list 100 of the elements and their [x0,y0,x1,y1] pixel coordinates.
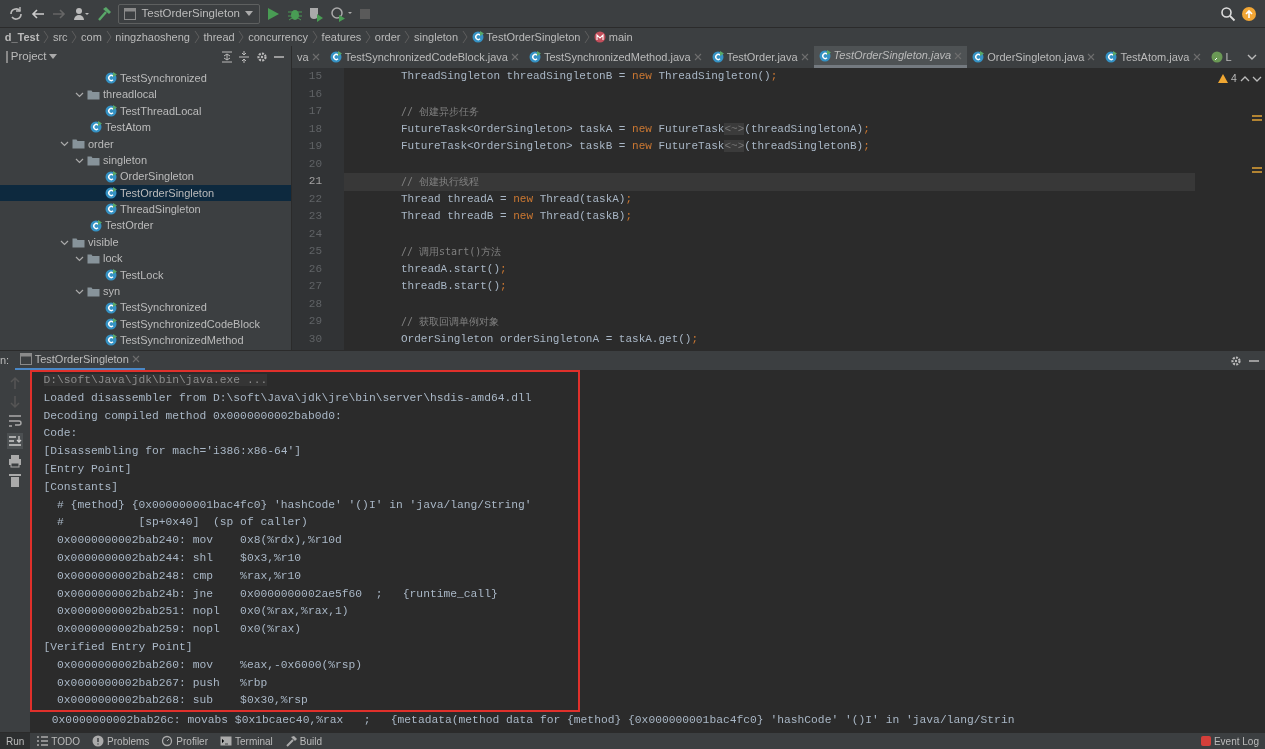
chevron-up-icon[interactable] [1239,74,1250,83]
tool-window-tab[interactable]: Terminal [214,733,279,749]
caret-icon [49,54,58,60]
console-line: # [sp+0x40] (sp of caller) [56,516,308,529]
editor-tab[interactable]: TestOrder.java [706,46,814,68]
close-icon[interactable] [800,53,809,61]
console-command[interactable]: D:\soft\Java\jdk\bin\java.exe ... [43,374,268,386]
close-icon[interactable] [1087,53,1096,61]
editor-tab[interactable]: TestOrderSingleton.java [813,46,968,68]
tree-item[interactable]: ThreadSingleton [0,201,291,218]
breadcrumb-item[interactable]: singleton [411,28,461,46]
breadcrumb-item[interactable]: com [78,28,105,46]
collapse-all-icon[interactable] [238,51,250,63]
code-line: threadA.start(); [401,262,507,275]
tree-item[interactable]: TestSynchronizedMethod [0,332,291,349]
tool-window-tab[interactable]: Run [0,733,31,749]
breadcrumb-item[interactable]: ningzhaosheng [112,28,193,46]
close-icon[interactable] [311,53,320,61]
project-view-dropdown[interactable]: Project [6,48,58,66]
search-icon[interactable] [1219,5,1236,22]
console-line: 0x0000000002bab251: nopl 0x0(%rax,%rax,1) [56,605,349,618]
class-icon [329,51,342,63]
class-icon [90,219,102,232]
expand-all-icon[interactable] [220,51,233,63]
warning-count[interactable]: 4 [1230,70,1237,87]
method-icon [594,31,606,43]
code-comment: // 调用start()方法 [401,246,502,258]
breadcrumb-item[interactable]: TestOrderSingleton [468,28,584,46]
console-line: [Entry Point] [43,463,132,475]
settings-icon[interactable] [255,51,268,63]
settings-icon[interactable] [1230,354,1242,367]
breadcrumb-separator-icon [70,30,79,44]
window-icon [19,353,32,365]
close-icon[interactable] [693,53,702,61]
close-icon[interactable] [1192,53,1201,61]
breadcrumb-item[interactable]: d_Test [2,28,43,46]
sync-icon[interactable] [8,5,24,22]
editor-tab[interactable]: TestSynchronizedMethod.java [523,46,707,68]
code-line: ThreadSingleton threadSingletonB = new ThreadSingleton(); [401,70,778,82]
breadcrumb-item[interactable]: main [591,28,636,46]
chevron-down-icon[interactable] [1252,74,1263,83]
scroll-to-end-icon[interactable] [7,433,23,449]
class-icon [105,268,117,281]
tool-window-tab[interactable]: Build [278,733,329,749]
tree-item[interactable]: TestLock [0,266,291,284]
run-configuration-dropdown[interactable]: TestOrderSingleton [117,3,260,24]
class-icon [90,121,102,134]
editor-tab[interactable]: OrderSingleton.java [967,46,1101,68]
breadcrumb-separator-icon [237,30,246,44]
tree-item[interactable]: TestSynchronizedCodeBlock [0,315,291,333]
breadcrumb-separator-icon [310,30,319,44]
class-icon [105,186,117,199]
profiler-dropdown-icon[interactable] [329,5,352,22]
tree-item[interactable]: order [0,135,291,152]
tree-item[interactable]: visible [0,233,291,251]
tree-item[interactable]: TestSynchronized [0,70,291,87]
folder-icon [87,253,100,264]
user-dropdown-icon[interactable] [72,5,91,22]
hammer-icon[interactable] [96,5,112,22]
warning-icon [1218,74,1229,84]
breadcrumb-item[interactable]: features [318,28,365,46]
breadcrumb-separator-icon [104,30,113,44]
console-line: 0x0000000002bab244: shl $0x3,%r10 [56,551,302,564]
printer-icon[interactable] [8,454,22,468]
breadcrumb-item[interactable]: concurrency [245,28,311,46]
caret-icon [245,10,254,17]
editor-tab[interactable]: TestSynchronizedCodeBlock.java [324,46,524,68]
editor-tab[interactable]: L [1205,46,1237,68]
editor-tab[interactable]: TestAtom.java [1100,46,1206,68]
close-icon[interactable] [131,355,140,363]
event-log-button[interactable]: Event Log [1194,733,1265,749]
run-configuration-tab[interactable]: TestOrderSingleton [14,350,145,371]
tree-item[interactable]: TestSynchronized [0,299,291,316]
breadcrumb-item[interactable]: thread [200,28,238,46]
code-comment: // 创建异步任务 [401,106,480,118]
hammer-icon [284,735,297,747]
soft-wrap-icon[interactable] [8,414,22,428]
tree-item[interactable]: lock [0,250,291,267]
trash-icon[interactable] [9,473,21,487]
close-icon[interactable] [510,53,519,61]
editor-tab[interactable]: va [292,46,325,68]
tree-item[interactable]: TestOrder [0,217,291,234]
folder-icon [87,154,100,166]
tree-item[interactable]: singleton [0,151,291,169]
list-icon [36,735,49,747]
tree-item[interactable]: TestOrderSingleton [0,184,291,202]
chevron-down-icon[interactable] [1247,53,1257,61]
tree-item[interactable]: OrderSingleton [0,168,291,185]
tree-item[interactable]: threadlocal [0,86,291,103]
class-icon [105,203,117,216]
tree-item[interactable]: syn [0,283,291,300]
tree-item[interactable]: TestThreadLocal [0,102,291,120]
tool-window-tab[interactable]: TODO [30,733,87,749]
breadcrumb-item[interactable]: src [50,28,71,46]
breadcrumb-separator-icon [403,30,412,44]
tool-window-tab[interactable]: Profiler [155,733,214,749]
coverage-shield-icon[interactable] [308,5,325,22]
breadcrumb-item[interactable]: order [372,28,404,46]
tool-window-tab[interactable]: Problems [86,733,156,749]
tree-item[interactable]: TestAtom [0,119,291,136]
